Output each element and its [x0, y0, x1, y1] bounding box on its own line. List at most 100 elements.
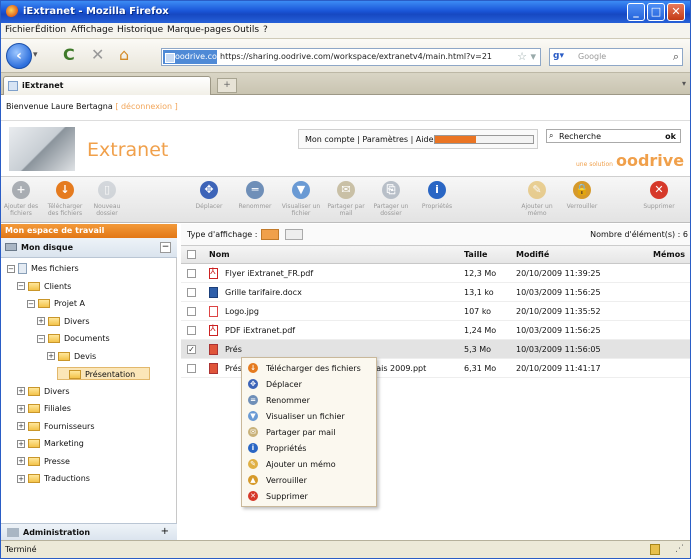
tree-node[interactable]: + Filiales	[17, 402, 71, 415]
collapse-icon[interactable]: −	[37, 334, 45, 343]
menu-fichier[interactable]: Fichier	[5, 25, 34, 35]
row-checkbox[interactable]	[187, 326, 196, 335]
table-row[interactable]: Logo.jpg 107 ko 20/10/2009 11:35:52	[181, 302, 690, 321]
address-bar[interactable]: oodrive.com https://sharing.oodrive.com/…	[161, 48, 541, 66]
context-menu-item[interactable]: ✥ Déplacer	[242, 377, 376, 392]
expand-icon[interactable]: +	[17, 457, 25, 465]
share-folder-button[interactable]: ⎘ Partager un dossier	[373, 179, 409, 222]
google-engine-icon[interactable]: g▾	[553, 51, 575, 63]
file-name-tail[interactable]: lais 2009.ppt	[374, 364, 426, 373]
properties-button[interactable]: i Propriétés	[419, 179, 455, 222]
expand-icon[interactable]: +	[47, 352, 55, 360]
file-name[interactable]: Prés	[225, 345, 242, 354]
search-icon[interactable]: ⌕	[673, 50, 679, 64]
row-checkbox[interactable]: ✓	[187, 345, 196, 354]
select-all-checkbox[interactable]	[187, 250, 196, 259]
list-view-icon[interactable]	[261, 229, 279, 240]
context-menu-item[interactable]: ✎ Ajouter un mémo	[242, 457, 376, 472]
menu-marque-pages[interactable]: Marque-pages	[167, 25, 231, 35]
reload-icon[interactable]: C	[63, 47, 75, 63]
collapse-icon[interactable]: −	[17, 282, 25, 290]
menu-edition[interactable]: Édition	[35, 25, 66, 35]
history-dropdown-icon[interactable]: ▾	[33, 50, 43, 62]
menu-historique[interactable]: Historique	[117, 25, 163, 35]
menu-help[interactable]: ?	[263, 25, 268, 35]
collapse-icon[interactable]: −	[7, 264, 15, 273]
delete-button[interactable]: ✕ Supprimer	[641, 179, 677, 222]
expand-administration-button[interactable]: +	[161, 526, 169, 537]
add-memo-button[interactable]: ✎ Ajouter un mémo	[519, 179, 555, 222]
column-name[interactable]: Nom	[209, 250, 230, 259]
row-checkbox[interactable]	[187, 269, 196, 278]
file-name[interactable]: PDF iExtranet.pdf	[225, 326, 295, 335]
page-search-ok-button[interactable]: ok	[665, 132, 676, 141]
minimize-button[interactable]: _	[627, 3, 645, 21]
tree-node[interactable]: + Traductions	[17, 472, 90, 485]
tab-iextranet[interactable]: iExtranet	[3, 76, 211, 95]
collapse-icon[interactable]: −	[27, 299, 35, 308]
add-files-button[interactable]: + Ajouter des fichiers	[3, 179, 39, 222]
new-tab-button[interactable]: +	[217, 78, 237, 93]
account-links[interactable]: Mon compte | Paramètres | Aide	[305, 135, 434, 144]
table-row[interactable]: PDF iExtranet.pdf 1,24 Mo 10/03/2009 11:56…	[181, 321, 690, 340]
context-menu-item[interactable]: i Propriétés	[242, 441, 376, 456]
logout-link[interactable]: [ déconnexion ]	[115, 102, 177, 111]
expand-icon[interactable]: +	[17, 422, 25, 430]
download-files-button[interactable]: ↓ Télécharger des fichiers	[47, 179, 83, 222]
share-mail-button[interactable]: ✉ Partager par mail	[327, 179, 365, 222]
page-search[interactable]: ⌕ Recherche ok	[546, 129, 681, 143]
tab-list-icon[interactable]: ▾	[682, 79, 686, 88]
stop-icon[interactable]: ✕	[91, 47, 104, 63]
context-menu-item[interactable]: = Renommer	[242, 393, 376, 408]
column-size[interactable]: Taille	[464, 250, 487, 259]
site-identity-badge[interactable]: oodrive.com	[163, 50, 225, 64]
page-search-input[interactable]: Recherche	[559, 132, 601, 141]
expand-icon[interactable]: +	[17, 439, 25, 448]
expand-icon[interactable]: +	[37, 317, 45, 325]
my-disk-section[interactable]: Mon disque −	[1, 238, 177, 258]
row-checkbox[interactable]	[187, 364, 196, 373]
expand-icon[interactable]: +	[17, 404, 25, 413]
rename-button[interactable]: ═ Renommer	[237, 179, 273, 222]
back-icon[interactable]: ‹	[6, 43, 32, 69]
expand-icon[interactable]: +	[17, 474, 25, 483]
tree-node[interactable]: + Fournisseurs	[17, 420, 95, 433]
home-icon[interactable]: ⌂	[119, 47, 129, 63]
collapse-button[interactable]: −	[160, 242, 171, 253]
table-row[interactable]: Grille tarifaire.docx 13,1 ko 10/03/2009 1…	[181, 283, 690, 302]
maximize-button[interactable]: □	[647, 3, 665, 21]
close-button[interactable]: ✕	[667, 3, 685, 21]
thumbnail-view-icon[interactable]	[285, 229, 303, 240]
menu-affichage[interactable]: Affichage	[71, 25, 113, 35]
tree-node[interactable]: − Projet A	[27, 297, 85, 310]
context-menu-item[interactable]: ↓ Télécharger des fichiers	[242, 361, 376, 376]
browser-search-bar[interactable]: g▾ Google ⌕	[549, 48, 683, 66]
view-file-button[interactable]: ▼ Visualiser un fichier	[282, 179, 320, 222]
move-button[interactable]: ✥ Déplacer	[191, 179, 227, 222]
tree-node[interactable]: + Devis	[47, 350, 96, 363]
tree-node[interactable]: − Mes fichiers	[7, 262, 79, 275]
table-row[interactable]: Flyer iExtranet_FR.pdf 12,3 Mo 20/10/2009 …	[181, 264, 690, 283]
administration-section[interactable]: Administration +	[1, 523, 177, 540]
tree-node[interactable]: + Marketing	[17, 437, 84, 450]
context-menu-item[interactable]: ▼ Visualiser un fichier	[242, 409, 376, 424]
tree-node[interactable]: Présentation	[57, 367, 151, 380]
url-text[interactable]: https://sharing.oodrive.com/workspace/ex…	[220, 52, 492, 61]
row-checkbox[interactable]	[187, 307, 196, 316]
file-name[interactable]: Flyer iExtranet_FR.pdf	[225, 269, 313, 278]
context-menu-item[interactable]: ✉ Partager par mail	[242, 425, 376, 440]
tree-node[interactable]: + Divers	[17, 385, 70, 398]
lock-button[interactable]: 🔒 Verrouiller	[564, 179, 600, 222]
file-name[interactable]: Grille tarifaire.docx	[225, 288, 302, 297]
file-name[interactable]: Logo.jpg	[225, 307, 259, 316]
file-name[interactable]: Prés	[225, 364, 242, 373]
context-menu-item[interactable]: ✕ Supprimer	[242, 489, 376, 504]
tree-node[interactable]: − Documents	[37, 332, 110, 345]
row-checkbox[interactable]	[187, 288, 196, 297]
column-memos[interactable]: Mémos	[653, 250, 685, 259]
expand-icon[interactable]: +	[17, 387, 25, 395]
column-modified[interactable]: Modifié	[516, 250, 549, 259]
menu-outils[interactable]: Outils	[233, 25, 259, 35]
context-menu-item[interactable]: ▲ Verrouiller	[242, 473, 376, 488]
secure-lock-icon[interactable]	[650, 544, 660, 555]
